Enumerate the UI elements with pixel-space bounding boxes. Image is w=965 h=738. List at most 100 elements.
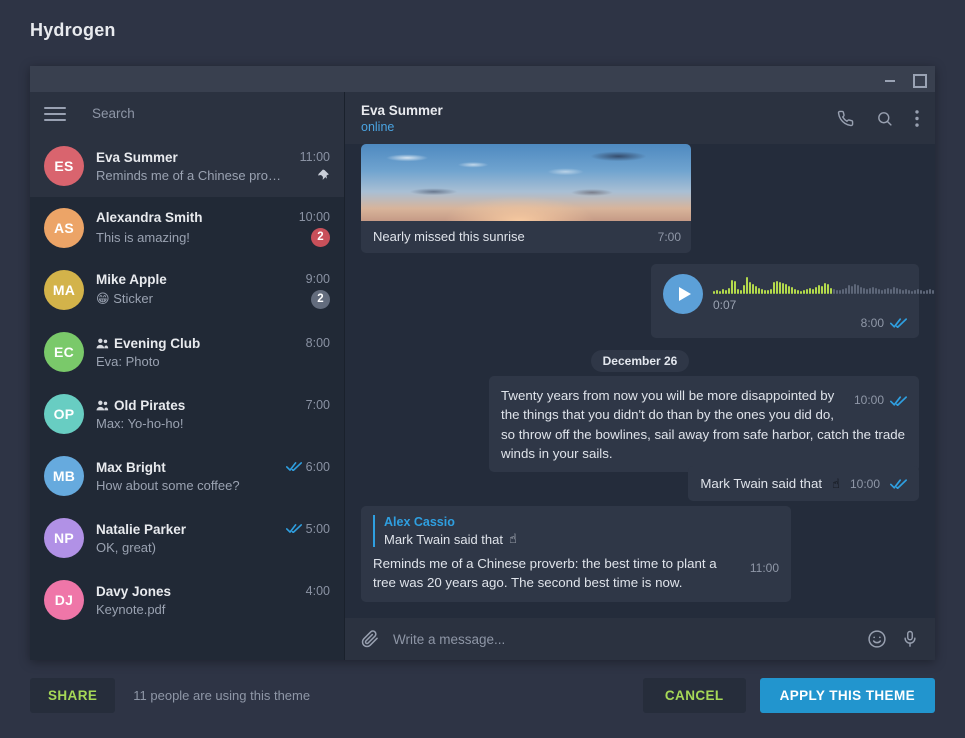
menu-icon[interactable] <box>44 106 66 121</box>
waveform-bar <box>851 286 853 294</box>
share-button[interactable]: SHARE <box>30 677 116 713</box>
message-reply[interactable]: Alex Cassio Mark Twain said that ☝ 11:00… <box>361 506 791 602</box>
chat-list-item[interactable]: MB Max Bright 6:00 How about some coffee? <box>30 445 344 507</box>
waveform-bar <box>719 291 721 294</box>
photo-caption: Nearly missed this sunrise <box>373 229 525 244</box>
chat-item-preview: Eva: Photo <box>96 354 330 369</box>
chat-item-name: Davy Jones <box>96 584 171 599</box>
waveform-bar <box>809 288 811 294</box>
microphone-icon[interactable] <box>901 630 919 648</box>
chat-item-preview: Max: Yo-ho-ho! <box>96 416 330 431</box>
chat-item-time: 4:00 <box>298 584 330 598</box>
chat-list-item[interactable]: DJ Davy Jones 4:00 Keynote.pdf <box>30 569 344 631</box>
message-quote[interactable]: 10:00 Twenty years from now you will be … <box>489 376 919 472</box>
chat-list-item[interactable]: EC Evening Club 8:00 Eva: Photo <box>30 321 344 383</box>
date-divider: December 26 <box>345 350 935 372</box>
pointing-up-icon: ☝ <box>832 475 840 491</box>
chat-item-preview: Keynote.pdf <box>96 602 330 617</box>
waveform-bar <box>770 289 772 294</box>
waveform-bar <box>893 287 895 294</box>
photo-time: 7:00 <box>657 230 681 244</box>
chat-list-item[interactable]: AS Alexandra Smith 10:00 This is amazing! 2 <box>30 197 344 259</box>
waveform-bar <box>830 288 832 294</box>
chat-item-time-label: 4:00 <box>305 584 330 598</box>
waveform-bar <box>722 289 724 294</box>
chat-list-item[interactable]: NP Natalie Parker 5:00 OK, great) <box>30 507 344 569</box>
message-photo[interactable]: Nearly missed this sunrise 7:00 <box>361 144 691 253</box>
reply-quote[interactable]: Alex Cassio Mark Twain said that ☝ <box>373 515 779 547</box>
waveform-bar <box>923 291 925 294</box>
paperclip-icon[interactable] <box>361 630 379 648</box>
message-short[interactable]: Mark Twain said that ☝ 10:00 <box>688 466 919 502</box>
pin-icon <box>317 169 330 182</box>
photo-thumbnail[interactable] <box>361 144 691 221</box>
avatar: DJ <box>44 580 84 620</box>
maximize-icon[interactable] <box>911 72 927 88</box>
chat-item-name: Max Bright <box>96 460 166 475</box>
chat-item-preview: OK, great) <box>96 540 330 555</box>
waveform-bar <box>842 289 844 294</box>
chat-item-content: Natalie Parker 5:00 OK, great) <box>96 522 330 555</box>
sidebar: ES Eva Summer 11:00 Reminds me of a Chinese… <box>30 92 345 660</box>
waveform-bar <box>794 289 796 294</box>
cancel-button[interactable]: CANCEL <box>642 677 746 713</box>
chat-item-name: Eva Summer <box>96 150 178 165</box>
chat-item-name: Mike Apple <box>96 272 167 287</box>
chat-item-time: 10:00 <box>291 210 330 224</box>
waveform-bar <box>890 289 892 294</box>
more-vertical-icon[interactable] <box>915 109 919 127</box>
play-icon[interactable] <box>663 274 703 314</box>
search-input[interactable] <box>92 106 292 121</box>
chat-item-preview-text: Reminds me of a Chinese pro… <box>96 167 281 183</box>
voice-waveform[interactable]: 0:07 <box>713 274 935 312</box>
chat-item-time-label: 7:00 <box>305 398 330 412</box>
waveform-bar <box>866 289 868 294</box>
chat-list-item[interactable]: ES Eva Summer 11:00 Reminds me of a Chinese… <box>30 135 344 197</box>
message-list: Nearly missed this sunrise 7:00 0:07 8:0… <box>345 144 935 618</box>
chat-item-time-label: 11:00 <box>299 150 330 164</box>
message-reply-body: Reminds me of a Chinese proverb: the bes… <box>373 556 717 591</box>
waveform-bar <box>920 290 922 294</box>
double-check-icon <box>285 522 302 536</box>
chat-item-name-label: Alexandra Smith <box>96 209 203 225</box>
chat-list-item[interactable]: OP Old Pirates 7:00 Max: Yo-ho-ho! <box>30 383 344 445</box>
reply-snippet: Mark Twain said that ☝ <box>384 531 779 547</box>
waveform-bar <box>863 288 865 294</box>
chat-item-preview-text: This is amazing! <box>96 229 190 245</box>
chat-item-content: Old Pirates 7:00 Max: Yo-ho-ho! <box>96 398 330 431</box>
waveform-bar <box>869 288 871 294</box>
chat-list: ES Eva Summer 11:00 Reminds me of a Chinese… <box>30 135 344 660</box>
waveform-bar <box>791 287 793 294</box>
chat-item-name-label: Old Pirates <box>114 397 186 413</box>
waveform-bar <box>827 284 829 294</box>
chat-panel: Eva Summer online Nearly missed this sun… <box>345 92 935 660</box>
phone-icon[interactable] <box>837 110 854 127</box>
waveform-bar <box>713 291 715 294</box>
chat-item-content: Davy Jones 4:00 Keynote.pdf <box>96 584 330 617</box>
waveform-bar <box>716 290 718 294</box>
message-short-time: 10:00 <box>849 476 880 491</box>
waveform-bar <box>929 289 931 294</box>
bottom-action-bar: SHARE 11 people are using this theme CAN… <box>30 676 935 714</box>
minimize-icon[interactable] <box>883 72 897 86</box>
chat-item-time-label: 10:00 <box>298 210 330 224</box>
chat-item-name-label: Mike Apple <box>96 271 167 287</box>
chat-header: Eva Summer online <box>345 92 935 144</box>
waveform-bar <box>818 285 820 294</box>
theme-usage-text: 11 people are using this theme <box>133 687 311 703</box>
apply-theme-button[interactable]: APPLY THIS THEME <box>759 677 935 713</box>
smiley-icon[interactable] <box>867 629 887 649</box>
waveform-bar <box>896 288 898 294</box>
chat-item-name-label: Evening Club <box>114 335 201 351</box>
chat-list-item[interactable]: MA Mike Apple 9:00 😁 Sticker 2 <box>30 259 344 321</box>
message-voice[interactable]: 0:07 8:00 <box>651 264 934 338</box>
message-input[interactable] <box>393 631 853 647</box>
page-title: Hydrogen <box>30 20 116 40</box>
waveform-bar <box>839 290 841 294</box>
waveform-bar <box>914 290 916 294</box>
waveform-bar <box>860 287 862 294</box>
chat-item-name-label: Max Bright <box>96 459 166 475</box>
chat-item-time: 11:00 <box>292 150 330 164</box>
chat-item-time: 8:00 <box>298 336 330 350</box>
search-icon[interactable] <box>876 110 893 127</box>
